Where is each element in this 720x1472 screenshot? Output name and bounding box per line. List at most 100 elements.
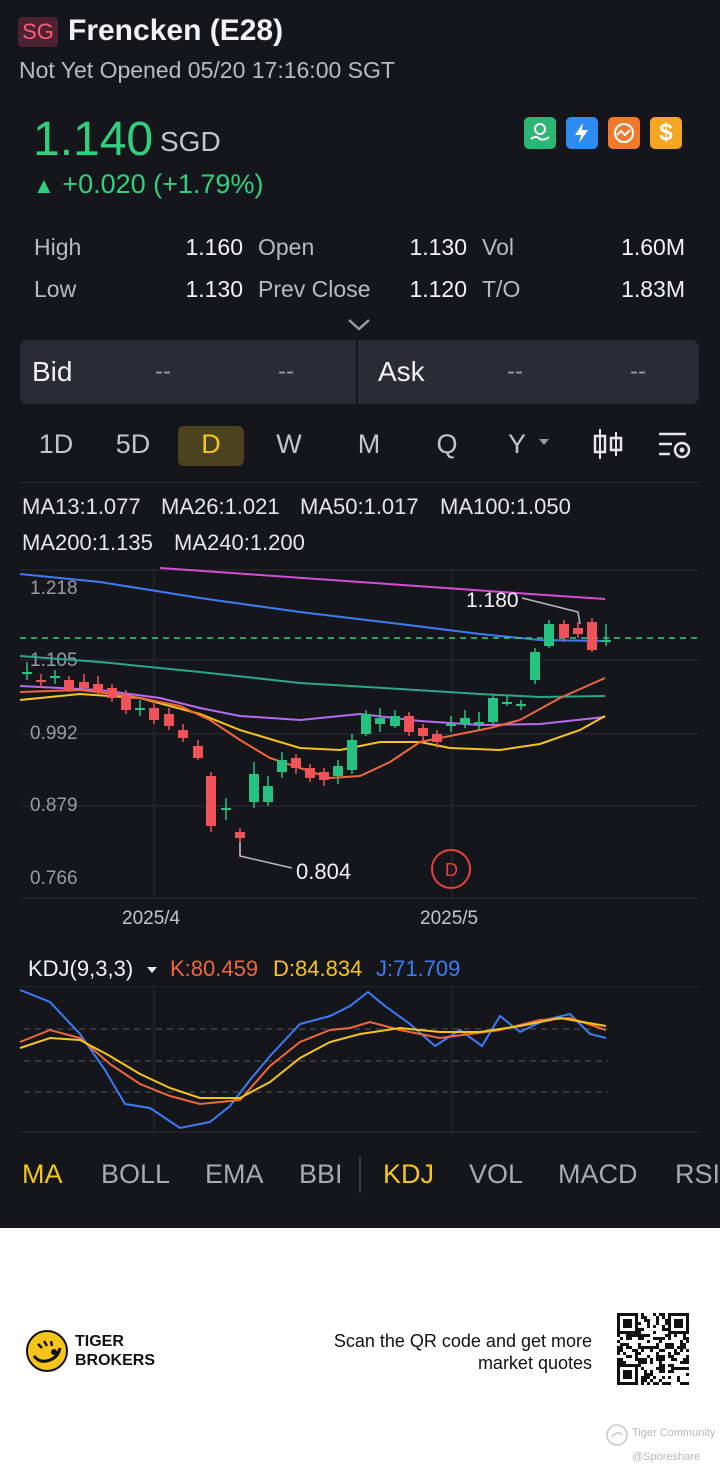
qr-module [674,1319,677,1322]
qr-module [683,1334,686,1337]
qr-module [617,1325,620,1328]
qr-module [638,1352,641,1355]
ask-label: Ask [378,356,425,387]
qr-module [623,1373,626,1376]
lightning-icon[interactable] [566,117,598,149]
indicator-tab-bbi[interactable]: BBI [299,1159,343,1190]
qr-module [662,1337,665,1340]
qr-module [626,1370,629,1373]
y-dropdown-icon[interactable] [537,434,551,452]
qr-module [656,1358,659,1361]
qr-module [656,1343,659,1346]
watermark-handle: @Sporeshare [632,1451,701,1463]
tab-m[interactable]: M [336,426,402,466]
qr-module [680,1346,683,1349]
qr-module [635,1379,638,1382]
tab-1d[interactable]: 1D [23,426,89,466]
qr-module [659,1337,662,1340]
qr-module [635,1322,638,1325]
qr-module [659,1358,662,1361]
indicator-tab-kdj[interactable]: KDJ [383,1159,434,1190]
qr-module [650,1361,653,1364]
qr-module [629,1337,632,1340]
expand-chevron-icon[interactable] [346,316,372,339]
qr-module [620,1361,623,1364]
qr-module [662,1382,665,1385]
candle-body [474,722,484,724]
qr-module [668,1316,671,1319]
tab-d[interactable]: D [178,426,244,466]
tab-q[interactable]: Q [414,426,480,466]
qr-module [674,1322,677,1325]
candle-body [460,718,470,724]
candle-body [559,624,569,638]
bid-price: -- [155,358,171,385]
qr-module [680,1325,683,1328]
candlestick-icon[interactable] [590,426,626,467]
scan-line-2: market quotes [477,1353,592,1373]
kdj-name[interactable]: KDJ(9,3,3) [28,956,133,982]
qr-module [644,1334,647,1337]
candle-body [333,766,343,776]
qr-module [638,1322,641,1325]
kdj-chart[interactable] [0,986,720,1134]
prev-close-value: 1.120 [409,276,467,302]
qr-module [617,1340,620,1343]
qr-module [677,1322,680,1325]
indicator-tab-rsi[interactable]: RSI [675,1159,720,1190]
qr-module [677,1325,680,1328]
qr-module [623,1325,626,1328]
qr-module [644,1346,647,1349]
qr-module [647,1355,650,1358]
indicator-tab-ma[interactable]: MA [22,1159,63,1190]
qr-module [617,1382,620,1385]
scan-line-1: Scan the QR code and get more [333,1331,592,1351]
qr-module [629,1313,632,1316]
candle-body [573,628,583,634]
qr-module [674,1325,677,1328]
indicator-tab-boll[interactable]: BOLL [101,1159,170,1190]
qr-module [617,1349,620,1352]
qr-module [659,1361,662,1364]
qr-module [671,1343,674,1346]
vol-value: 1.60M [621,234,685,260]
qr-module [665,1334,668,1337]
high-marker-leader [521,597,581,625]
price-change: ▲ +0.020 (+1.79%) [33,169,263,200]
indicator-tab-macd[interactable]: MACD [558,1159,638,1190]
qr-module [617,1358,620,1361]
qr-module [656,1382,659,1385]
qr-module [623,1319,626,1322]
qr-module [638,1358,641,1361]
candlestick-chart[interactable]: 1.218 1.105 0.992 0.879 0.766 1.180 0.80… [0,562,720,936]
prev-close-label: Prev Close [258,276,371,302]
qr-module [653,1313,656,1316]
candle-body [432,734,442,742]
hand-coin-icon[interactable] [524,117,556,149]
qr-module [635,1349,638,1352]
qr-module [686,1319,689,1322]
qr-module [665,1382,668,1385]
qr-module [686,1373,689,1376]
candle-body [135,708,145,710]
indicator-tab-ema[interactable]: EMA [205,1159,264,1190]
kdj-dropdown-icon[interactable] [146,962,158,980]
qr-module [626,1334,629,1337]
qr-module [644,1370,647,1373]
dollar-icon[interactable]: $ [650,117,682,149]
candle-body [587,622,597,650]
qr-module [632,1331,635,1334]
qr-module [680,1382,683,1385]
last-price: 1.140 [33,113,154,166]
candle-body [361,714,371,734]
swap-chart-icon[interactable] [608,117,640,149]
qr-module [671,1370,674,1373]
tab-5d[interactable]: 5D [100,426,166,466]
qr-module [629,1346,632,1349]
qr-module [629,1331,632,1334]
indicator-tab-vol[interactable]: VOL [469,1159,523,1190]
chart-settings-icon[interactable] [656,428,694,467]
tab-w[interactable]: W [256,426,322,466]
community-logo-icon [606,1424,628,1451]
qr-module [677,1352,680,1355]
